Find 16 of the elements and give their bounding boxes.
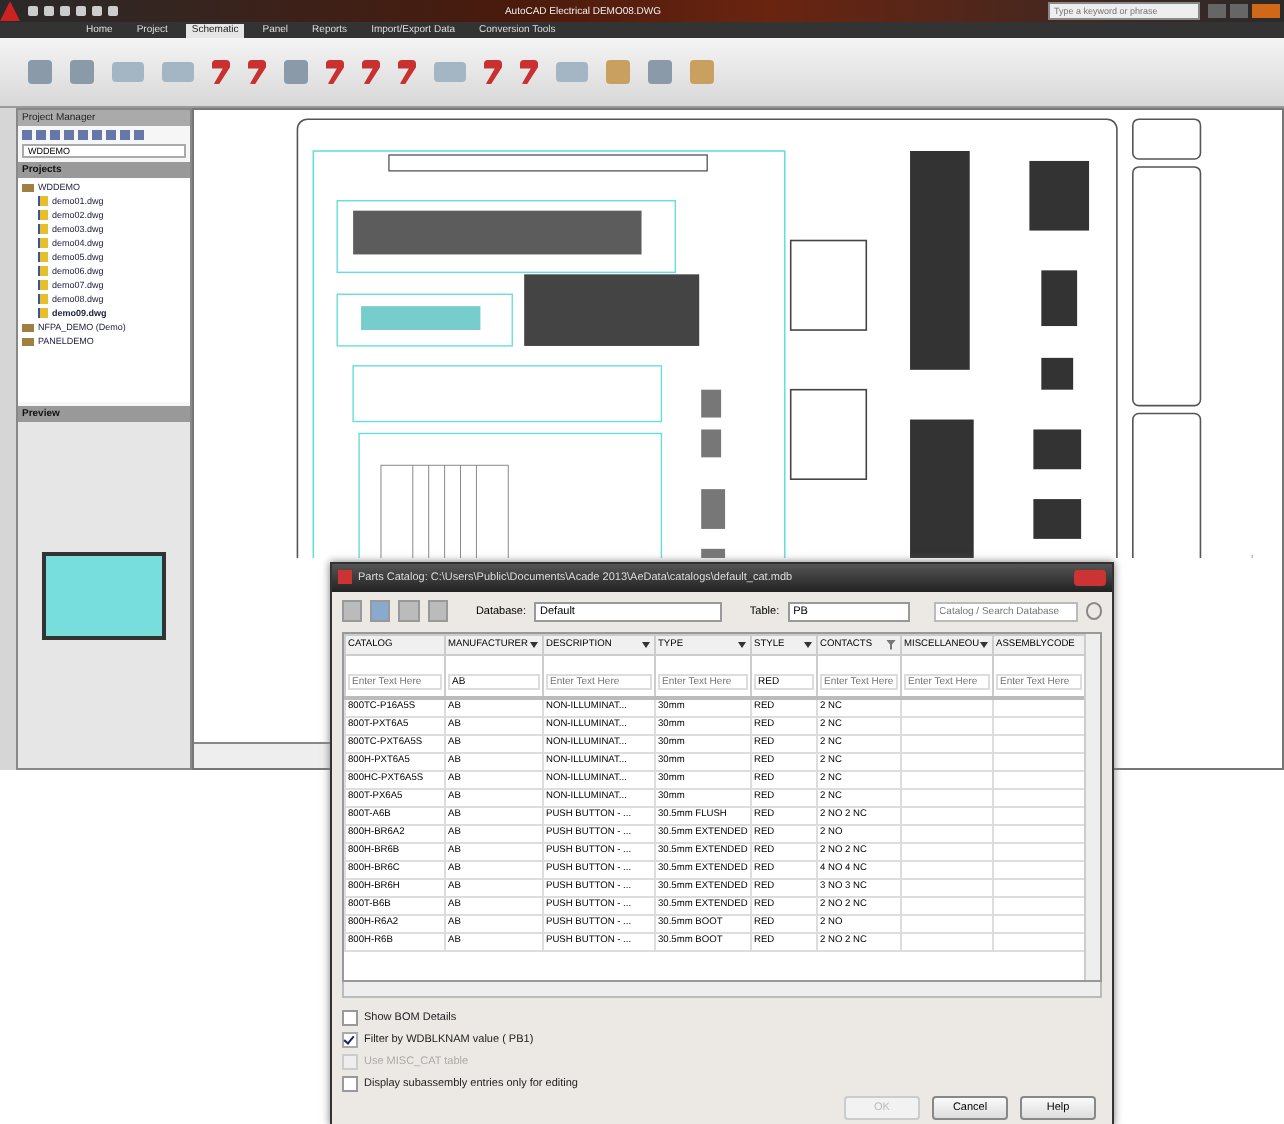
dropdown-arrow-icon[interactable]: [804, 641, 812, 652]
close-icon[interactable]: [1074, 569, 1106, 586]
dropdown-arrow-icon[interactable]: [980, 641, 988, 652]
drawing-thumbnail: [42, 551, 166, 639]
dropdown-arrow-icon[interactable]: [738, 641, 746, 652]
search-icon[interactable]: [1085, 602, 1102, 621]
dropdown-arrow-icon[interactable]: [642, 641, 650, 652]
dropdown-arrow-icon[interactable]: [530, 641, 538, 652]
app-logo-icon[interactable]: [0, 1, 20, 21]
filter-icon[interactable]: [886, 639, 896, 650]
checkbox[interactable]: [342, 1010, 358, 1026]
project-icon: [22, 183, 34, 191]
checkbox[interactable]: [342, 1032, 358, 1048]
horizontal-scrollbar[interactable]: [342, 982, 1102, 998]
checkbox[interactable]: [342, 1076, 358, 1092]
vertical-scrollbar[interactable]: [1084, 633, 1100, 981]
